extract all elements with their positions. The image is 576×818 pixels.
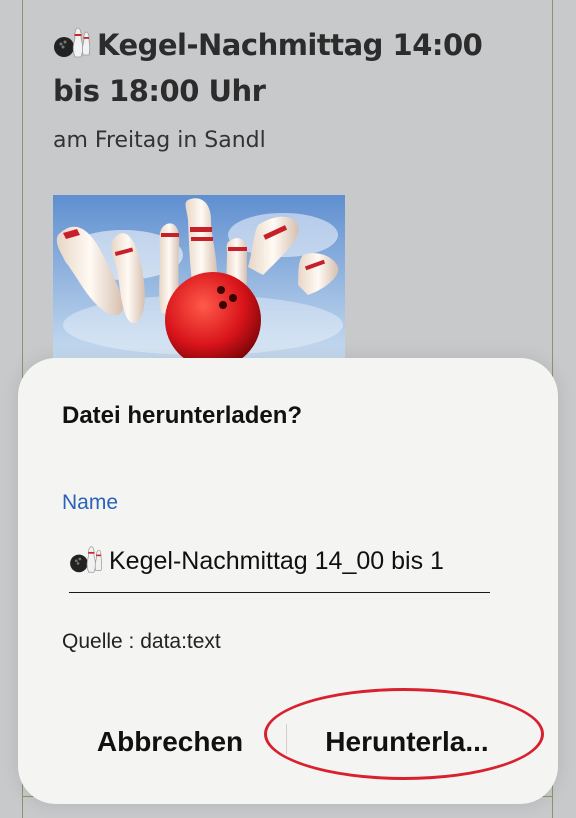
filename-text: Kegel-Nachmittag 14_00 bis 1	[109, 547, 444, 575]
download-button[interactable]: Herunterla...	[304, 720, 510, 764]
filename-input[interactable]: Kegel-Nachmittag 14_00 bis 1	[69, 534, 490, 593]
button-divider	[286, 724, 287, 754]
name-label: Name	[62, 491, 119, 514]
bowling-icon	[69, 539, 103, 592]
dialog-title: Datei herunterladen?	[62, 402, 303, 429]
cancel-button[interactable]: Abbrechen	[82, 720, 258, 764]
source-text: Quelle : data:text	[62, 630, 221, 653]
download-dialog: Datei herunterladen? Name Kegel-Nachmitt…	[18, 358, 558, 804]
